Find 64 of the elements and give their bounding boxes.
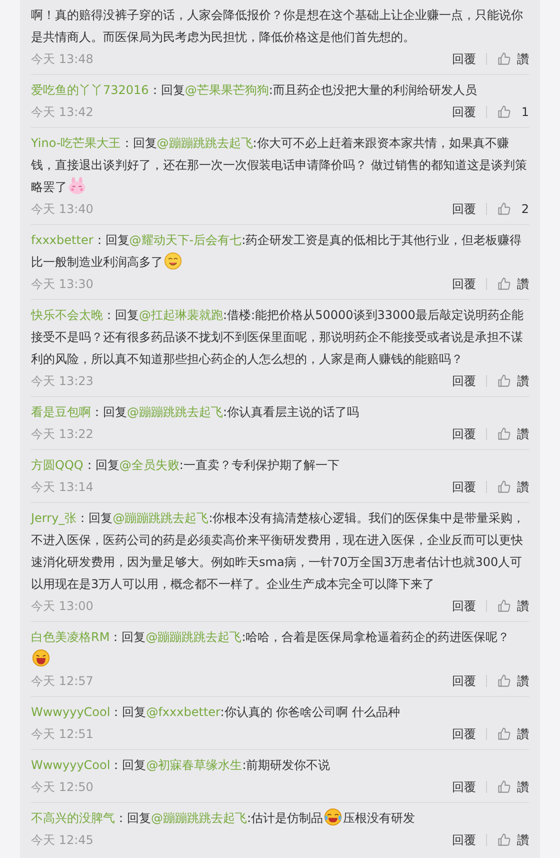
like-count[interactable]: 讚 (517, 274, 529, 292)
comment-text: WwwyyyCool：回复@fxxxbetter:你认真的 你爸啥公司啊 什么品种 (31, 704, 401, 721)
thumbs-up-icon[interactable] (497, 276, 511, 290)
comment-time: 今天 12:50 (31, 778, 94, 796)
like-count[interactable]: 讚 (517, 724, 529, 742)
reply-link[interactable]: 回覆 (452, 202, 487, 214)
comment-time: 今天 13:42 (31, 104, 94, 120)
smiley-emoji-icon (164, 252, 182, 270)
comment-time: 今天 12:57 (31, 672, 94, 690)
like-count[interactable]: 讚 (517, 830, 529, 848)
thumbs-up-icon[interactable] (497, 426, 511, 440)
reply-link[interactable]: 回覆 (452, 428, 487, 440)
thumbs-up-icon[interactable] (497, 598, 511, 612)
comment-time: 今天 12:45 (31, 832, 94, 848)
like-count[interactable]: 讚 (517, 478, 529, 496)
like-count[interactable]: 讚 (517, 778, 529, 796)
thumbs-up-icon[interactable] (497, 674, 511, 688)
laughing-emoji-icon (32, 649, 50, 667)
comment-time: 今天 13:22 (31, 426, 94, 442)
comment-time: 今天 13:00 (31, 598, 94, 614)
reply-link[interactable]: 回覆 (452, 728, 487, 740)
comment-text: 爱吃鱼的丫丫732016：回复@芒果果芒狗狗:而且药企也没把大量的利润给研发人员 (31, 82, 478, 99)
comment-text: fxxxbetter：回复@耀动天下-后会有七:药企研发工资是真的低相比于其他行业，但老板赚得比一般制造业利润高多了 (31, 232, 523, 272)
like-count[interactable]: 讚 (517, 50, 529, 68)
thumbs-up-icon[interactable] (497, 780, 511, 794)
reply-link[interactable]: 回覆 (452, 52, 487, 64)
thumbs-up-icon[interactable] (497, 832, 511, 846)
comment-time: 今天 13:30 (31, 276, 94, 292)
comment-text: 啊！真的赔得没裤子穿的话，人家会降低报价？你是想在这个基础上让企业赚一点，只能说你是共情商人。而医保局为民考虑为民担忧，降低价格这是他们首先想的。 (31, 7, 524, 46)
comment-time: 今天 13:23 (31, 372, 94, 390)
like-count[interactable]: 讚 (517, 424, 529, 442)
bunny-emoji-icon (68, 177, 86, 195)
thumbs-up-icon[interactable] (497, 726, 511, 740)
reply-link[interactable]: 回覆 (452, 780, 487, 792)
thumbs-up-icon[interactable] (497, 374, 511, 388)
comment-text: Jerry_张：回复@蹦蹦跳跳去起飞:你根本没有搞清楚核心逻辑。我们的医保集中是带量采购，不进入医保，医药公司的药是必须卖高价来平衡研发费用，现在进入医保，企业反而可以更快速消化研发费用，因为量足够大。例如昨天sma病，一针70万全国3万患者估计也就300人可以用现在是3万人可以用，概念都不一样了。企业生产成本完全可以降下来了 (31, 510, 526, 593)
reply-link[interactable]: 回覆 (452, 834, 487, 846)
reply-link[interactable]: 回覆 (452, 674, 487, 686)
comment-time: 今天 12:51 (31, 726, 94, 742)
comment-time: 今天 13:14 (31, 478, 94, 496)
comment-text: Yino-吃芒果大王：回复@蹦蹦跳跳去起飞:你大可不必上赶着来跟资本家共情，如果真不赚钱，直接退出谈判好了，还在那一次一次假装电话申请降价吗？ 做过销售的都知道这是谈判策略罢了 (31, 135, 528, 197)
reply-link[interactable]: 回覆 (452, 480, 487, 492)
thumbs-up-icon[interactable] (497, 202, 511, 216)
thumbs-up-icon[interactable] (497, 52, 511, 66)
comment-text: 快乐不会太晚：回复@扛起琳裴就跑:借楼:能把价格从50000谈到33000最后敲定说明药企能接受不是吗？还有很多药品谈不拢划不到医保里面呢，那说明药企不能接受或者说是承担不谋利的风险，所以真不知道那些担心药企的人怎么想的，人家是商人赚钱的能赔吗？ (31, 307, 524, 368)
like-count[interactable]: 讚 (517, 596, 529, 614)
comment-text: 不高兴的没脾气：回复@蹦蹦跳跳去起飞:估计是仿制品 压根没有研发 (31, 807, 529, 829)
like-count[interactable]: 1 (517, 102, 529, 120)
thumbs-up-icon[interactable] (497, 480, 511, 494)
comment-text: WwwyyyCool：回复@初寐春草缘水生:前期研发你不说 (31, 757, 332, 774)
reply-link[interactable]: 回覆 (452, 374, 487, 386)
like-count[interactable]: 讚 (517, 672, 529, 690)
comment-time: 今天 13:48 (31, 50, 94, 68)
reply-link[interactable]: 回覆 (452, 106, 487, 118)
comment-time: 今天 13:40 (31, 200, 94, 218)
comment-text: 白色美凌格RM：回复@蹦蹦跳跳去起飞:哈哈，合着是医保局拿枪逼着药企的药进医保呢？ (31, 626, 529, 670)
like-count[interactable]: 讚 (517, 372, 529, 390)
laughing-tears-emoji-icon (324, 808, 342, 826)
comment-text: 方圆QQQ：回复@全员失败:一直卖？专利保护期了解一下 (31, 457, 340, 474)
reply-link[interactable]: 回覆 (452, 600, 487, 612)
reply-link[interactable]: 回覆 (452, 278, 487, 290)
like-count[interactable]: 2 (517, 200, 529, 218)
thumbs-up-icon[interactable] (497, 104, 511, 118)
comment-text: 看是豆包啊：回复@蹦蹦跳跳去起飞:你认真看层主说的话了吗 (31, 404, 360, 421)
